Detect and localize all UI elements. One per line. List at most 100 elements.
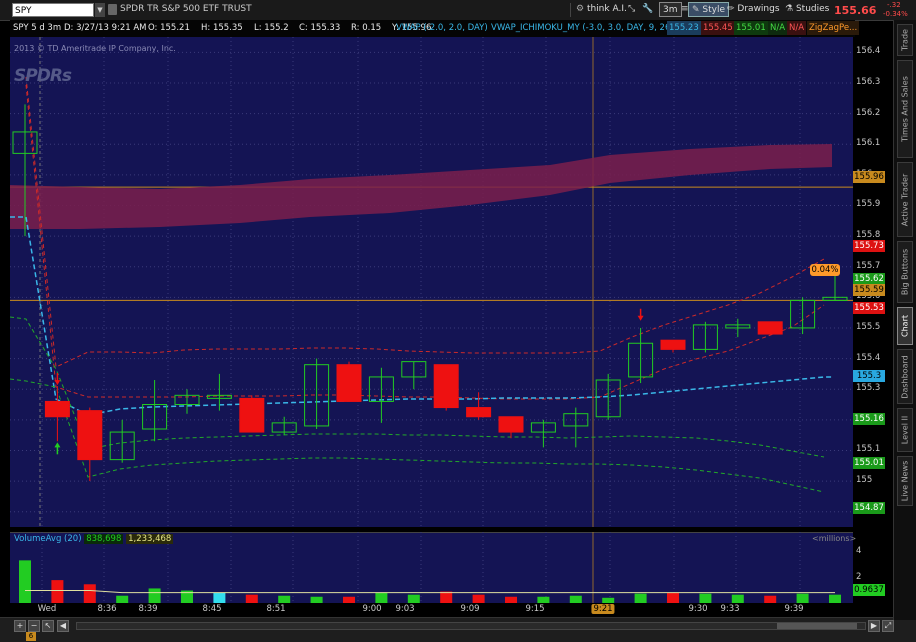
time-axis-label: 9:03 [395, 604, 415, 614]
scroll-right-icon[interactable]: ▶ [868, 620, 880, 632]
volume-bar [796, 593, 809, 603]
zigzag-study-label[interactable]: ZigZagPe... [807, 21, 860, 35]
time-axis-label: 9:21 [591, 604, 615, 614]
study-value-3: 155.01 [734, 21, 768, 35]
volume-tick: 4 [856, 546, 862, 556]
study-value-2: 155.45 [701, 21, 735, 35]
think-ai-button[interactable]: ⚙ think A.I. [576, 2, 627, 17]
time-axis-label: 8:51 [266, 604, 286, 614]
price-chart[interactable] [10, 37, 853, 527]
candle-body[interactable] [498, 416, 524, 433]
volume-tick: 2 [856, 572, 862, 582]
expand-icon[interactable]: ⤢ [882, 620, 894, 632]
chart-header: SPY 5 d 3m D: 3/27/13 9:21 AM O: 155.21 … [10, 20, 860, 37]
volume-bar [569, 595, 582, 603]
symbol-description: SPDR TR S&P 500 ETF TRUST [120, 4, 252, 14]
drawings-button[interactable]: ✏ Drawings [727, 2, 780, 17]
scrollbar-thumb[interactable] [777, 623, 857, 629]
time-axis-label: 9:15 [525, 604, 545, 614]
volume-bar [407, 594, 420, 603]
think-ai-label: think A.I. [586, 4, 627, 14]
panel-tab-active-trader[interactable]: Active Trader [897, 162, 913, 237]
cursor-icon[interactable]: ↖ [42, 620, 54, 632]
volume-study-label[interactable]: VolumeAvg (20) [14, 534, 82, 544]
panel-tab-label: Active Trader [900, 173, 910, 226]
right-side-panel: Trade Times And Sales Active Trader Big But… [893, 20, 916, 620]
bar-low: L: 155.2 [254, 23, 289, 33]
studies-button[interactable]: ⚗ Studies [785, 2, 829, 17]
timeframe-button[interactable]: 3m [659, 2, 682, 17]
study-na-2: N/A [787, 21, 807, 35]
scroll-left-icon[interactable]: ◀ [57, 620, 69, 632]
panel-tab-label: Dashboard [900, 354, 910, 399]
price-axis-tick: 155.7 [856, 260, 881, 271]
volume-legend: VolumeAvg (20) 838,698 1,233,468 [14, 534, 174, 544]
volume-average-value: 1,233,468 [126, 534, 174, 544]
gear-icon: ⚙ [576, 4, 585, 14]
volume-bar [19, 560, 31, 603]
vwap-study-label[interactable]: VWAP (-2.0, 2.0, DAY) [396, 23, 488, 33]
panel-tab-dashboard[interactable]: Dashboard [897, 349, 913, 404]
link-icon[interactable] [108, 4, 117, 15]
volume-bar [440, 591, 453, 603]
panel-tab-big-buttons[interactable]: Big Buttons [897, 241, 913, 303]
time-axis-label: 8:36 [97, 604, 117, 614]
price-tag-vwap: 155.3 [853, 370, 885, 382]
panel-tab-level-ii[interactable]: Level II [897, 408, 913, 452]
chart-scrollbar[interactable] [76, 622, 866, 630]
candle-body[interactable] [433, 364, 459, 409]
chart-label: SPY 5 d 3m [13, 23, 62, 33]
panel-tab-times-and-sales[interactable]: Times And Sales [897, 60, 913, 158]
toolbar-divider [570, 3, 571, 17]
volume-bar [51, 580, 64, 603]
vwap-ichimoku-study-label[interactable]: VWAP_ICHIMOKU_MY (-3.0, 3.0, DAY, 9, 26) [491, 23, 674, 33]
panel-tab-label: Chart [900, 315, 910, 337]
percent-change-badge: 0.04% [810, 264, 840, 276]
zoom-in-icon[interactable]: + [14, 620, 26, 632]
time-axis-label: 9:09 [460, 604, 480, 614]
volume-bar [245, 594, 258, 603]
study-na-1: N/A [768, 21, 788, 35]
copyright-text: 2013 © TD Ameritrade IP Company, Inc. [14, 44, 176, 53]
volume-bar [699, 593, 712, 603]
panel-tab-label: Trade [900, 29, 910, 51]
candle-body[interactable] [336, 364, 362, 402]
panel-tab-live-news[interactable]: Live News [897, 456, 913, 506]
panel-tab-chart[interactable]: Chart [897, 307, 913, 345]
volume-bar [83, 584, 96, 603]
volume-bar [634, 593, 647, 603]
crosshair-icon[interactable]: ⤡ [628, 2, 635, 17]
panel-tab-trade[interactable]: Trade [897, 24, 913, 56]
volume-bar [667, 592, 679, 603]
candle-body[interactable] [466, 407, 492, 418]
symbol-input[interactable]: SPY [12, 3, 94, 17]
panel-tab-label: Big Buttons [900, 248, 910, 296]
pencil-icon: ✏ [727, 4, 735, 14]
candle-body[interactable] [660, 339, 686, 350]
price-axis-tick: 155.3 [856, 383, 881, 394]
time-axis-label: 8:39 [138, 604, 158, 614]
spdrs-logo: SPDRs [14, 66, 72, 86]
wrench-icon[interactable]: 🔧 [642, 2, 653, 17]
grid-tab[interactable]: 6 [26, 632, 36, 641]
time-axis-label: 9:39 [784, 604, 804, 614]
candle-body[interactable] [44, 400, 70, 418]
candle-body[interactable] [757, 321, 783, 335]
candle-body[interactable] [77, 410, 103, 461]
candle-body[interactable] [239, 397, 265, 433]
price-axis-tick: 155.5 [856, 321, 881, 332]
style-label: Style [702, 5, 726, 15]
time-axis-label: Wed [37, 604, 57, 614]
last-price: 155.66 [834, 4, 877, 17]
price-axis-tick: 155 [856, 475, 873, 486]
style-icon: ✎ [692, 5, 700, 15]
price-axis-tick: 156.2 [856, 107, 881, 118]
price-axis-tick: 156.4 [856, 46, 881, 57]
symbol-dropdown-icon[interactable]: ▼ [95, 3, 105, 17]
zoom-out-icon[interactable]: − [28, 620, 40, 632]
price-axis-tick: 156.3 [856, 76, 881, 87]
drawings-label: Drawings [737, 4, 780, 14]
style-button[interactable]: ✎ Style [688, 2, 730, 17]
volume-bar [278, 595, 291, 603]
time-axis-label: 9:33 [720, 604, 740, 614]
